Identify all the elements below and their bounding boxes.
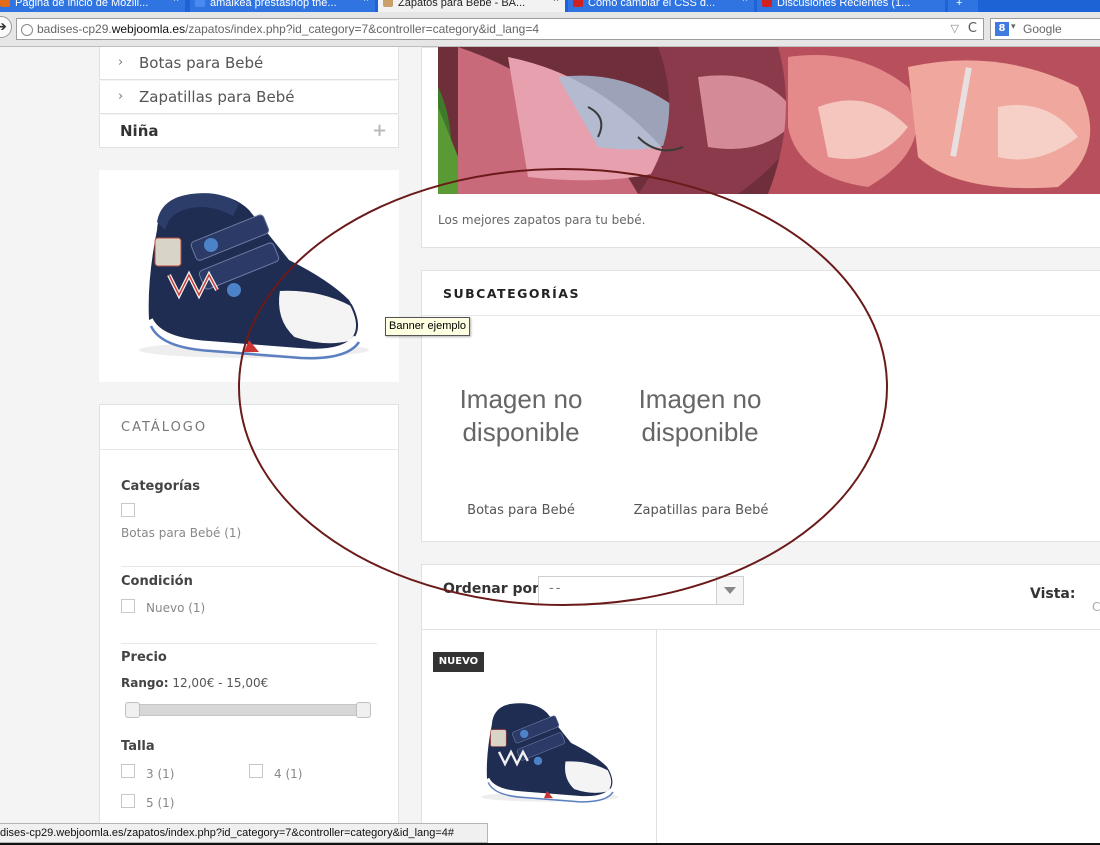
expand-icon[interactable]: +: [372, 115, 387, 147]
chevron-right-icon: ›: [118, 55, 124, 70]
price-slider-max-handle[interactable]: [356, 702, 371, 718]
sidebar-item-zapatillas[interactable]: › Zapatillas para Bebé: [99, 81, 399, 114]
sidebar-item-label: Niña: [120, 122, 159, 140]
view-label: Vista:: [1030, 586, 1076, 602]
search-engine-name: Google: [1023, 22, 1062, 36]
sort-select-value: --: [549, 581, 563, 596]
close-icon[interactable]: ×: [363, 0, 369, 5]
close-icon[interactable]: ×: [742, 0, 748, 5]
banner-photo: [438, 47, 1100, 194]
filter-categorias-title: Categorías: [121, 479, 200, 494]
subcategory-image-zapatillas[interactable]: Imagen no disponible: [610, 383, 790, 449]
forum-favicon-icon: [573, 0, 583, 7]
address-url: badises-cp29.webjoomla.es/zapatos/index.…: [37, 22, 540, 36]
filter-categorias-option[interactable]: Botas para Bebé (1): [121, 526, 241, 540]
filter-condicion-option[interactable]: Nuevo (1): [146, 601, 205, 615]
category-banner-image: [438, 47, 1100, 194]
shoe-image: [139, 193, 369, 360]
globe-icon: [21, 24, 33, 36]
divider: [121, 566, 377, 567]
chevron-down-icon[interactable]: ▾: [1011, 22, 1016, 32]
banner-tooltip: Banner ejemplo: [385, 317, 471, 336]
forum-favicon-icon: [762, 0, 772, 7]
status-bar: dises-cp29.webjoomla.es/zapatos/index.ph…: [0, 823, 488, 843]
filter-talla-title: Talla: [121, 739, 155, 754]
subcategory-link-botas[interactable]: Botas para Bebé: [431, 503, 611, 518]
price-slider-track[interactable]: [125, 704, 371, 716]
sidebar-item-botas[interactable]: › Botas para Bebé: [99, 47, 399, 80]
chevron-down-icon[interactable]: [716, 577, 743, 604]
no-image-placeholder: Imagen no disponible: [638, 384, 762, 447]
browser-tab-discusiones[interactable]: Discusiones Recientes (1...: [757, 0, 945, 12]
search-box[interactable]: 8 ▾ Google: [990, 18, 1100, 40]
price-range-text: Rango: 12,00€ - 15,00€: [121, 676, 269, 690]
filter-condicion-title: Condición: [121, 574, 193, 589]
browser-tab-amaikea[interactable]: ámaikea prestashop the... ×: [190, 0, 375, 12]
filter-talla-checkbox[interactable]: [121, 794, 135, 808]
filter-condicion-checkbox[interactable]: [121, 599, 135, 613]
filter-talla-checkbox[interactable]: [249, 764, 263, 778]
close-icon[interactable]: ×: [173, 0, 179, 5]
google-icon: 8: [995, 22, 1009, 36]
divider: [100, 449, 398, 450]
category-description-text: Los mejores zapatos para tu bebé.: [438, 213, 646, 227]
filter-categorias-checkbox[interactable]: [121, 503, 135, 517]
divider: [121, 643, 377, 644]
sidebar-item-nina[interactable]: Niña +: [99, 115, 399, 148]
site-favicon-icon: [383, 0, 393, 7]
sort-bar: [421, 564, 1100, 630]
sidebar-item-label: Zapatillas para Bebé: [139, 88, 295, 106]
browser-tab-css[interactable]: Cómo cambiar el CSS d... ×: [568, 0, 754, 12]
close-icon[interactable]: ×: [553, 0, 559, 5]
filter-talla-option[interactable]: 4 (1): [274, 767, 302, 781]
browser-tab-mozilla[interactable]: Página de inicio de Mozill... ×: [0, 0, 185, 12]
filter-precio-title: Precio: [121, 650, 167, 665]
browser-tab-strip: Página de inicio de Mozill... × ámaikea …: [0, 0, 1100, 12]
firefox-icon: [0, 0, 10, 7]
address-bar[interactable]: badises-cp29.webjoomla.es/zapatos/index.…: [16, 18, 984, 40]
filter-talla-option[interactable]: 3 (1): [146, 767, 174, 781]
no-image-placeholder: Imagen no disponible: [459, 384, 583, 447]
subcategories-title: SUBCATEGORÍAS: [443, 286, 580, 301]
reload-icon[interactable]: C: [968, 21, 977, 36]
tab-label: Cómo cambiar el CSS d...: [588, 0, 716, 9]
chevron-right-icon: ›: [118, 89, 124, 104]
subcategory-link-zapatillas[interactable]: Zapatillas para Bebé: [611, 503, 791, 518]
browser-tab-zapatos[interactable]: Zapatos para Bebé - BA... ×: [378, 0, 565, 12]
catalog-title: CATÁLOGO: [121, 420, 208, 435]
browser-nav-bar: ➔ badises-cp29.webjoomla.es/zapatos/inde…: [0, 12, 1100, 47]
divider: [422, 315, 1100, 316]
sort-label: Ordenar por: [443, 581, 540, 597]
tab-label: Página de inicio de Mozill...: [15, 0, 149, 9]
tab-label: ámaikea prestashop the...: [210, 0, 337, 9]
filter-talla-option[interactable]: 5 (1): [146, 796, 174, 810]
sort-select[interactable]: --: [538, 576, 744, 605]
google-icon: [195, 0, 205, 7]
new-tab-button[interactable]: +: [948, 0, 978, 12]
product-image[interactable]: [457, 685, 637, 820]
new-badge: NUEVO: [433, 652, 484, 672]
subcategory-image-botas[interactable]: Imagen no disponible: [431, 383, 611, 449]
tab-label: Zapatos para Bebé - BA...: [398, 0, 526, 9]
view-option[interactable]: C: [1092, 600, 1100, 614]
sidebar-item-label: Botas para Bebé: [139, 54, 264, 72]
filter-talla-checkbox[interactable]: [121, 764, 135, 778]
chevron-down-icon[interactable]: ▽: [951, 22, 959, 35]
back-button[interactable]: ➔: [0, 16, 12, 38]
tab-label: Discusiones Recientes (1...: [777, 0, 911, 9]
catalog-filter-block: CATÁLOGO Categorías Botas para Bebé (1) …: [99, 404, 399, 845]
left-banner[interactable]: [99, 170, 399, 382]
price-slider-min-handle[interactable]: [125, 702, 140, 718]
